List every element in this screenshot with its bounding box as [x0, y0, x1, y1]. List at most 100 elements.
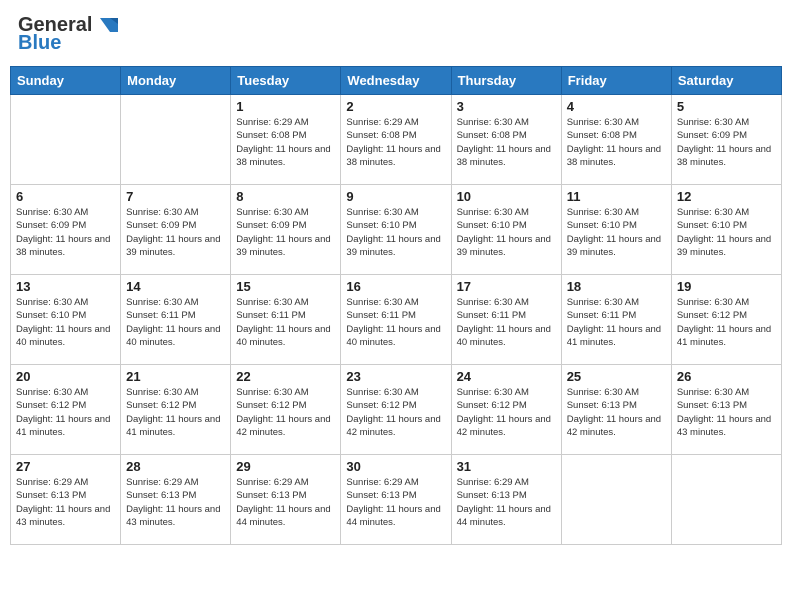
day-info: Sunrise: 6:30 AM Sunset: 6:10 PM Dayligh… [567, 206, 666, 259]
day-info: Sunrise: 6:30 AM Sunset: 6:10 PM Dayligh… [457, 206, 556, 259]
calendar-cell: 3 Sunrise: 6:30 AM Sunset: 6:08 PM Daylig… [451, 95, 561, 185]
week-row-5: 27Sunrise: 6:29 AM Sunset: 6:13 PM Dayli… [11, 455, 782, 545]
day-info: Sunrise: 6:30 AM Sunset: 6:11 PM Dayligh… [236, 296, 335, 349]
calendar-cell: 30Sunrise: 6:29 AM Sunset: 6:13 PM Dayli… [341, 455, 451, 545]
day-info: Sunrise: 6:30 AM Sunset: 6:11 PM Dayligh… [346, 296, 445, 349]
day-number: 26 [677, 369, 776, 384]
day-number: 18 [567, 279, 666, 294]
calendar-cell: 6 Sunrise: 6:30 AM Sunset: 6:09 PM Daylig… [11, 185, 121, 275]
day-number: 29 [236, 459, 335, 474]
day-info: Sunrise: 6:30 AM Sunset: 6:08 PM Dayligh… [567, 116, 666, 169]
calendar-cell: 15 Sunrise: 6:30 AM Sunset: 6:11 PM Dayli… [231, 275, 341, 365]
day-info: Sunrise: 6:30 AM Sunset: 6:09 PM Dayligh… [16, 206, 115, 259]
day-number: 22 [236, 369, 335, 384]
day-info: Sunrise: 6:30 AM Sunset: 6:09 PM Dayligh… [126, 206, 225, 259]
day-info: Sunrise: 6:30 AM Sunset: 6:12 PM Dayligh… [346, 386, 445, 439]
day-number: 10 [457, 189, 556, 204]
calendar-cell: 5 Sunrise: 6:30 AM Sunset: 6:09 PM Daylig… [671, 95, 781, 185]
day-number: 5 [677, 99, 776, 114]
week-row-1: 1 Sunrise: 6:29 AM Sunset: 6:08 PM Daylig… [11, 95, 782, 185]
calendar-cell: 26Sunrise: 6:30 AM Sunset: 6:13 PM Dayli… [671, 365, 781, 455]
day-number: 1 [236, 99, 335, 114]
week-row-4: 20 Sunrise: 6:30 AM Sunset: 6:12 PM Dayli… [11, 365, 782, 455]
day-number: 7 [126, 189, 225, 204]
day-number: 3 [457, 99, 556, 114]
day-info: Sunrise: 6:30 AM Sunset: 6:09 PM Dayligh… [677, 116, 776, 169]
calendar-cell: 16Sunrise: 6:30 AM Sunset: 6:11 PM Dayli… [341, 275, 451, 365]
day-info: Sunrise: 6:30 AM Sunset: 6:11 PM Dayligh… [126, 296, 225, 349]
day-number: 28 [126, 459, 225, 474]
day-info: Sunrise: 6:30 AM Sunset: 6:09 PM Dayligh… [236, 206, 335, 259]
day-info: Sunrise: 6:30 AM Sunset: 6:10 PM Dayligh… [346, 206, 445, 259]
calendar-cell: 10 Sunrise: 6:30 AM Sunset: 6:10 PM Dayli… [451, 185, 561, 275]
calendar-cell [121, 95, 231, 185]
day-info: Sunrise: 6:30 AM Sunset: 6:12 PM Dayligh… [236, 386, 335, 439]
calendar-cell: 13Sunrise: 6:30 AM Sunset: 6:10 PM Dayli… [11, 275, 121, 365]
day-info: Sunrise: 6:30 AM Sunset: 6:12 PM Dayligh… [126, 386, 225, 439]
calendar-cell: 14 Sunrise: 6:30 AM Sunset: 6:11 PM Dayli… [121, 275, 231, 365]
calendar-cell [671, 455, 781, 545]
calendar-header-row: SundayMondayTuesdayWednesdayThursdayFrid… [11, 67, 782, 95]
day-number: 6 [16, 189, 115, 204]
day-number: 14 [126, 279, 225, 294]
header-friday: Friday [561, 67, 671, 95]
calendar-cell: 28 Sunrise: 6:29 AM Sunset: 6:13 PM Dayli… [121, 455, 231, 545]
logo-blue-text: Blue [18, 32, 118, 54]
calendar-cell: 4Sunrise: 6:30 AM Sunset: 6:08 PM Daylig… [561, 95, 671, 185]
calendar-cell: 2 Sunrise: 6:29 AM Sunset: 6:08 PM Daylig… [341, 95, 451, 185]
calendar-cell: 18Sunrise: 6:30 AM Sunset: 6:11 PM Dayli… [561, 275, 671, 365]
day-info: Sunrise: 6:30 AM Sunset: 6:10 PM Dayligh… [677, 206, 776, 259]
calendar-table: SundayMondayTuesdayWednesdayThursdayFrid… [10, 66, 782, 545]
header-wednesday: Wednesday [341, 67, 451, 95]
day-info: Sunrise: 6:29 AM Sunset: 6:08 PM Dayligh… [236, 116, 335, 169]
day-number: 24 [457, 369, 556, 384]
day-number: 31 [457, 459, 556, 474]
calendar-cell: 24Sunrise: 6:30 AM Sunset: 6:12 PM Dayli… [451, 365, 561, 455]
day-info: Sunrise: 6:29 AM Sunset: 6:13 PM Dayligh… [346, 476, 445, 529]
day-number: 23 [346, 369, 445, 384]
logo: General Blue [18, 14, 118, 54]
day-info: Sunrise: 6:29 AM Sunset: 6:08 PM Dayligh… [346, 116, 445, 169]
calendar-cell: 21 Sunrise: 6:30 AM Sunset: 6:12 PM Dayli… [121, 365, 231, 455]
day-number: 25 [567, 369, 666, 384]
day-info: Sunrise: 6:30 AM Sunset: 6:08 PM Dayligh… [457, 116, 556, 169]
day-number: 9 [346, 189, 445, 204]
calendar-cell: 31 Sunrise: 6:29 AM Sunset: 6:13 PM Dayli… [451, 455, 561, 545]
day-info: Sunrise: 6:29 AM Sunset: 6:13 PM Dayligh… [126, 476, 225, 529]
day-number: 21 [126, 369, 225, 384]
day-number: 11 [567, 189, 666, 204]
week-row-2: 6 Sunrise: 6:30 AM Sunset: 6:09 PM Daylig… [11, 185, 782, 275]
calendar-cell: 1 Sunrise: 6:29 AM Sunset: 6:08 PM Daylig… [231, 95, 341, 185]
calendar-cell: 23 Sunrise: 6:30 AM Sunset: 6:12 PM Dayli… [341, 365, 451, 455]
day-number: 15 [236, 279, 335, 294]
header-tuesday: Tuesday [231, 67, 341, 95]
calendar-cell: 8 Sunrise: 6:30 AM Sunset: 6:09 PM Daylig… [231, 185, 341, 275]
calendar-cell [561, 455, 671, 545]
day-number: 12 [677, 189, 776, 204]
week-row-3: 13Sunrise: 6:30 AM Sunset: 6:10 PM Dayli… [11, 275, 782, 365]
header-monday: Monday [121, 67, 231, 95]
day-number: 20 [16, 369, 115, 384]
day-info: Sunrise: 6:29 AM Sunset: 6:13 PM Dayligh… [457, 476, 556, 529]
day-info: Sunrise: 6:30 AM Sunset: 6:11 PM Dayligh… [457, 296, 556, 349]
calendar-cell [11, 95, 121, 185]
calendar-cell: 29Sunrise: 6:29 AM Sunset: 6:13 PM Dayli… [231, 455, 341, 545]
day-number: 2 [346, 99, 445, 114]
day-number: 19 [677, 279, 776, 294]
day-info: Sunrise: 6:30 AM Sunset: 6:12 PM Dayligh… [677, 296, 776, 349]
calendar-cell: 22 Sunrise: 6:30 AM Sunset: 6:12 PM Dayli… [231, 365, 341, 455]
calendar-cell: 25 Sunrise: 6:30 AM Sunset: 6:13 PM Dayli… [561, 365, 671, 455]
calendar-cell: 7 Sunrise: 6:30 AM Sunset: 6:09 PM Daylig… [121, 185, 231, 275]
calendar-cell: 11 Sunrise: 6:30 AM Sunset: 6:10 PM Dayli… [561, 185, 671, 275]
day-info: Sunrise: 6:30 AM Sunset: 6:13 PM Dayligh… [567, 386, 666, 439]
calendar-cell: 19 Sunrise: 6:30 AM Sunset: 6:12 PM Dayli… [671, 275, 781, 365]
calendar-cell: 9 Sunrise: 6:30 AM Sunset: 6:10 PM Daylig… [341, 185, 451, 275]
day-info: Sunrise: 6:29 AM Sunset: 6:13 PM Dayligh… [16, 476, 115, 529]
day-info: Sunrise: 6:30 AM Sunset: 6:12 PM Dayligh… [16, 386, 115, 439]
day-number: 8 [236, 189, 335, 204]
day-number: 13 [16, 279, 115, 294]
header-thursday: Thursday [451, 67, 561, 95]
calendar-cell: 20 Sunrise: 6:30 AM Sunset: 6:12 PM Dayli… [11, 365, 121, 455]
header-saturday: Saturday [671, 67, 781, 95]
day-number: 17 [457, 279, 556, 294]
